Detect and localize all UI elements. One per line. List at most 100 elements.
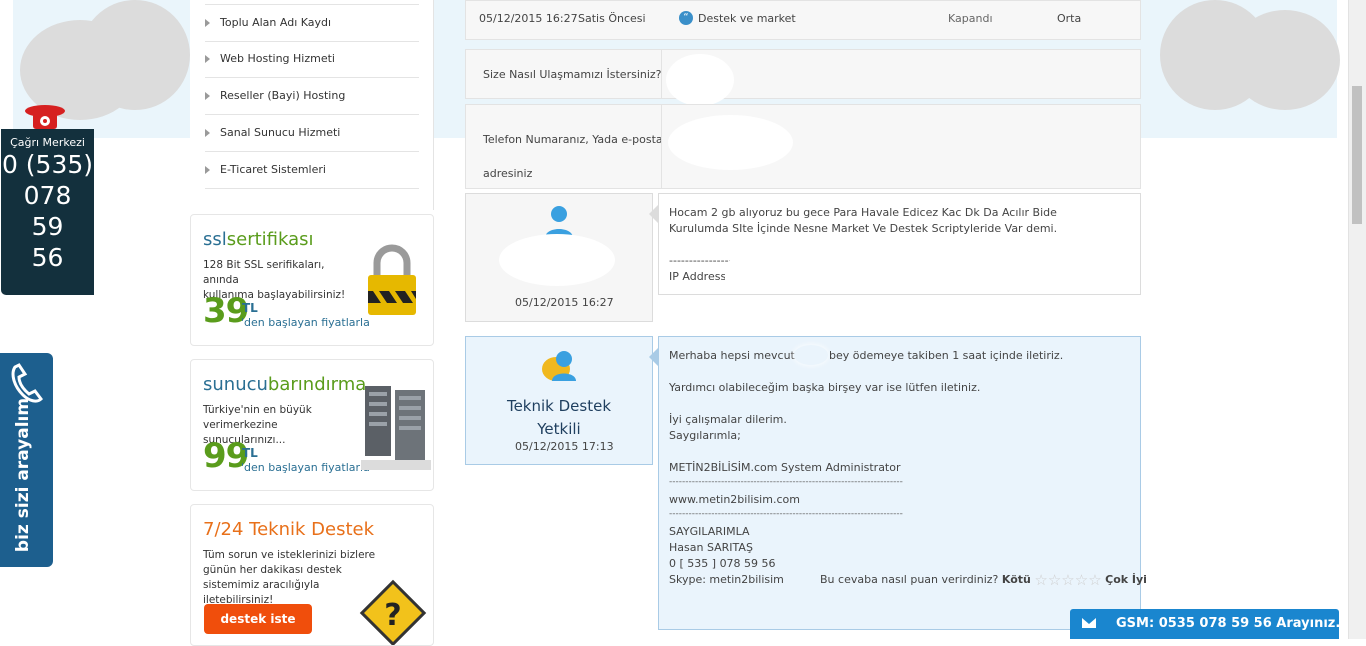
sidebar-item-bulk-domain[interactable]: Toplu Alan Adı Kaydı [205,4,419,42]
staff-title: Teknik Destek Yetkili [506,397,612,438]
svg-text:?: ? [384,598,401,633]
message-line: Hocam 2 gb alıyoruz bu gece Para Havale … [669,206,1057,219]
message-line: METİN2BİLİSİM.com System Administrator [669,461,901,474]
message-date: 05/12/2015 17:13 [515,440,614,453]
star-icon[interactable]: ☆ [1061,573,1074,588]
sidebar-item-ecommerce[interactable]: E-Ticaret Sistemleri [205,152,419,189]
rating-high-label: Çok İyi [1105,573,1147,586]
chevron-right-icon [205,55,210,63]
promo-title: 7/24 Teknik Destek [203,519,374,540]
support-request-button[interactable]: destek iste [204,604,312,634]
callback-label: biz sizi arayalım [13,397,33,553]
message-body: Merhaba hepsi mevcuttur bey ödemeye taki… [649,336,1147,630]
custom-field-row: Telefon Numaranız, Yada e-posta adresiniz [465,104,1141,189]
ssl-promo-card[interactable]: sslsertifikası 128 Bit SSL serifikaları,… [190,214,434,346]
message-author-panel: 05/12/2015 16:27 [465,193,653,322]
message-line: bey ödemeye takiben 1 saat içinde iletir… [829,349,1064,362]
sidebar-item-label: Sanal Sunucu Hizmeti [220,126,341,139]
rating-low-label: Kötü [1001,573,1031,586]
server-promo-card[interactable]: sunucubarındırma Türkiye'nin en büyük ver… [190,359,434,491]
server-rack-icon [361,386,431,470]
chevron-right-icon [205,166,210,174]
cloud-decoration [80,0,190,110]
star-icon[interactable]: ☆ [1088,573,1101,588]
gsm-label: GSM: 0535 078 59 56 Arayınız. [1116,616,1341,631]
message-line: Skype: metin2bilisim [669,573,784,586]
message-line: 0 [ 535 ] 078 59 56 [669,557,776,570]
sidebar-item-label: E-Ticaret Sistemleri [220,163,326,176]
call-center-number-line: 59 [31,212,64,241]
quote-icon: “ [679,11,693,25]
ticket-date: 05/12/2015 16:27 [479,12,578,25]
sidebar-item-label: Reseller (Bayi) Hosting [220,89,346,102]
call-center-widget[interactable]: Çağrı Merkezi 0 (535) 078 59 56 [1,129,94,295]
redacted-ip [725,260,819,294]
message-line: Kurulumda SIte İçinde Nesne Market Ve De… [669,222,1058,235]
redacted-value [666,54,734,106]
rating-question: Bu cevaba nasıl puan verirdiniz? [820,573,999,586]
user-avatar-icon [545,206,573,238]
field-label: Telefon Numaranız, Yada e-posta adresiniz [483,133,663,180]
call-center-number-line: 078 [23,181,72,210]
message-line: SAYGILARIMLA [669,525,750,538]
message-author-panel: Teknik Destek Yetkili 05/12/2015 17:13 [465,336,653,465]
gsm-call-bar[interactable]: GSM: 0535 078 59 56 Arayınız. [1070,609,1341,639]
website-link[interactable]: www.metin2bilisim.com [669,493,800,506]
promo-description: Tüm sorun ve isteklerinizi bizlere günün … [203,549,376,606]
sidebar-item-vps[interactable]: Sanal Sunucu Hizmeti [205,115,419,152]
sidebar-item-label: Web Hosting Hizmeti [220,52,335,65]
chevron-right-icon [205,129,210,137]
ticket-summary-row: 05/12/2015 16:27 Satis Öncesi “ Destek v… [465,0,1141,40]
ticket-status: Kapandı [948,12,993,25]
ticket-priority: Orta [1057,12,1082,25]
padlock-icon [368,244,416,315]
chevron-right-icon [205,19,210,27]
support-staff-icon [542,351,576,381]
call-center-number-line: 56 [31,243,64,272]
ticket-department: Satis Öncesi [578,12,646,25]
redacted-value [668,115,793,170]
star-icon[interactable]: ☆ [1075,573,1088,588]
promo-title: sunucubarındırma [203,374,367,395]
message-line: IP Address [669,270,727,283]
promo-currency: TL [242,446,258,460]
promo-title: sslsertifikası [203,229,314,250]
support-promo-card[interactable]: 7/24 Teknik Destek Tüm sorun ve istekler… [190,504,434,646]
sidebar-menu: Toplu Alan Adı Kaydı Web Hosting Hizmeti… [190,0,434,210]
custom-field-row: Size Nasıl Ulaşmamızı İstersiniz? [465,49,1141,106]
promo-currency: TL [242,301,258,315]
message-line: Yardımcı olabileceğim başka birşey var i… [669,381,981,394]
redacted-name [794,345,828,365]
message-line: Saygılarımla; [669,429,741,442]
promo-price-note: 'den başlayan fiyatlarla [241,316,370,329]
sidebar-item-web-hosting[interactable]: Web Hosting Hizmeti [205,41,419,78]
redacted-author [499,234,615,286]
field-divider [661,50,662,98]
scrollbar-thumb[interactable] [1352,86,1362,224]
ticket-subject-link[interactable]: Destek ve market [698,12,796,25]
message-line: Hasan SARITAŞ [669,541,753,554]
promo-price-note: 'den başlayan fiyatlarla [241,461,370,474]
separator-line: ----------------------------------------… [669,509,903,519]
sidebar-item-label: Toplu Alan Adı Kaydı [220,16,332,29]
envelope-icon [1082,618,1096,628]
page-scrollbar[interactable] [1348,0,1366,639]
field-label: Size Nasıl Ulaşmamızı İstersiniz? [483,68,662,81]
rating-widget: Bu cevaba nasıl puan verirdiniz? Kötü ☆☆… [820,573,1147,588]
message-pointer [649,347,659,367]
call-center-label: Çağrı Merkezi [10,136,85,149]
question-sign-icon: ? [359,579,427,645]
callback-tab[interactable]: biz sizi arayalım [0,353,53,567]
chevron-right-icon [205,92,210,100]
star-icon[interactable]: ☆ [1048,573,1061,588]
sidebar-item-reseller[interactable]: Reseller (Bayi) Hosting [205,78,419,115]
star-icon[interactable]: ☆ [1034,573,1047,588]
separator-line: ----------------------------------------… [669,477,903,487]
message-line: İyi çalışmalar dilerim. [669,413,787,426]
message-line: ---------------- [669,254,733,267]
message-line: Merhaba hepsi mevcuttur [669,349,811,362]
cloud-decoration [1230,10,1340,110]
message-body: Hocam 2 gb alıyoruz bu gece Para Havale … [649,193,1141,295]
message-pointer [649,204,659,224]
field-divider [661,105,662,188]
